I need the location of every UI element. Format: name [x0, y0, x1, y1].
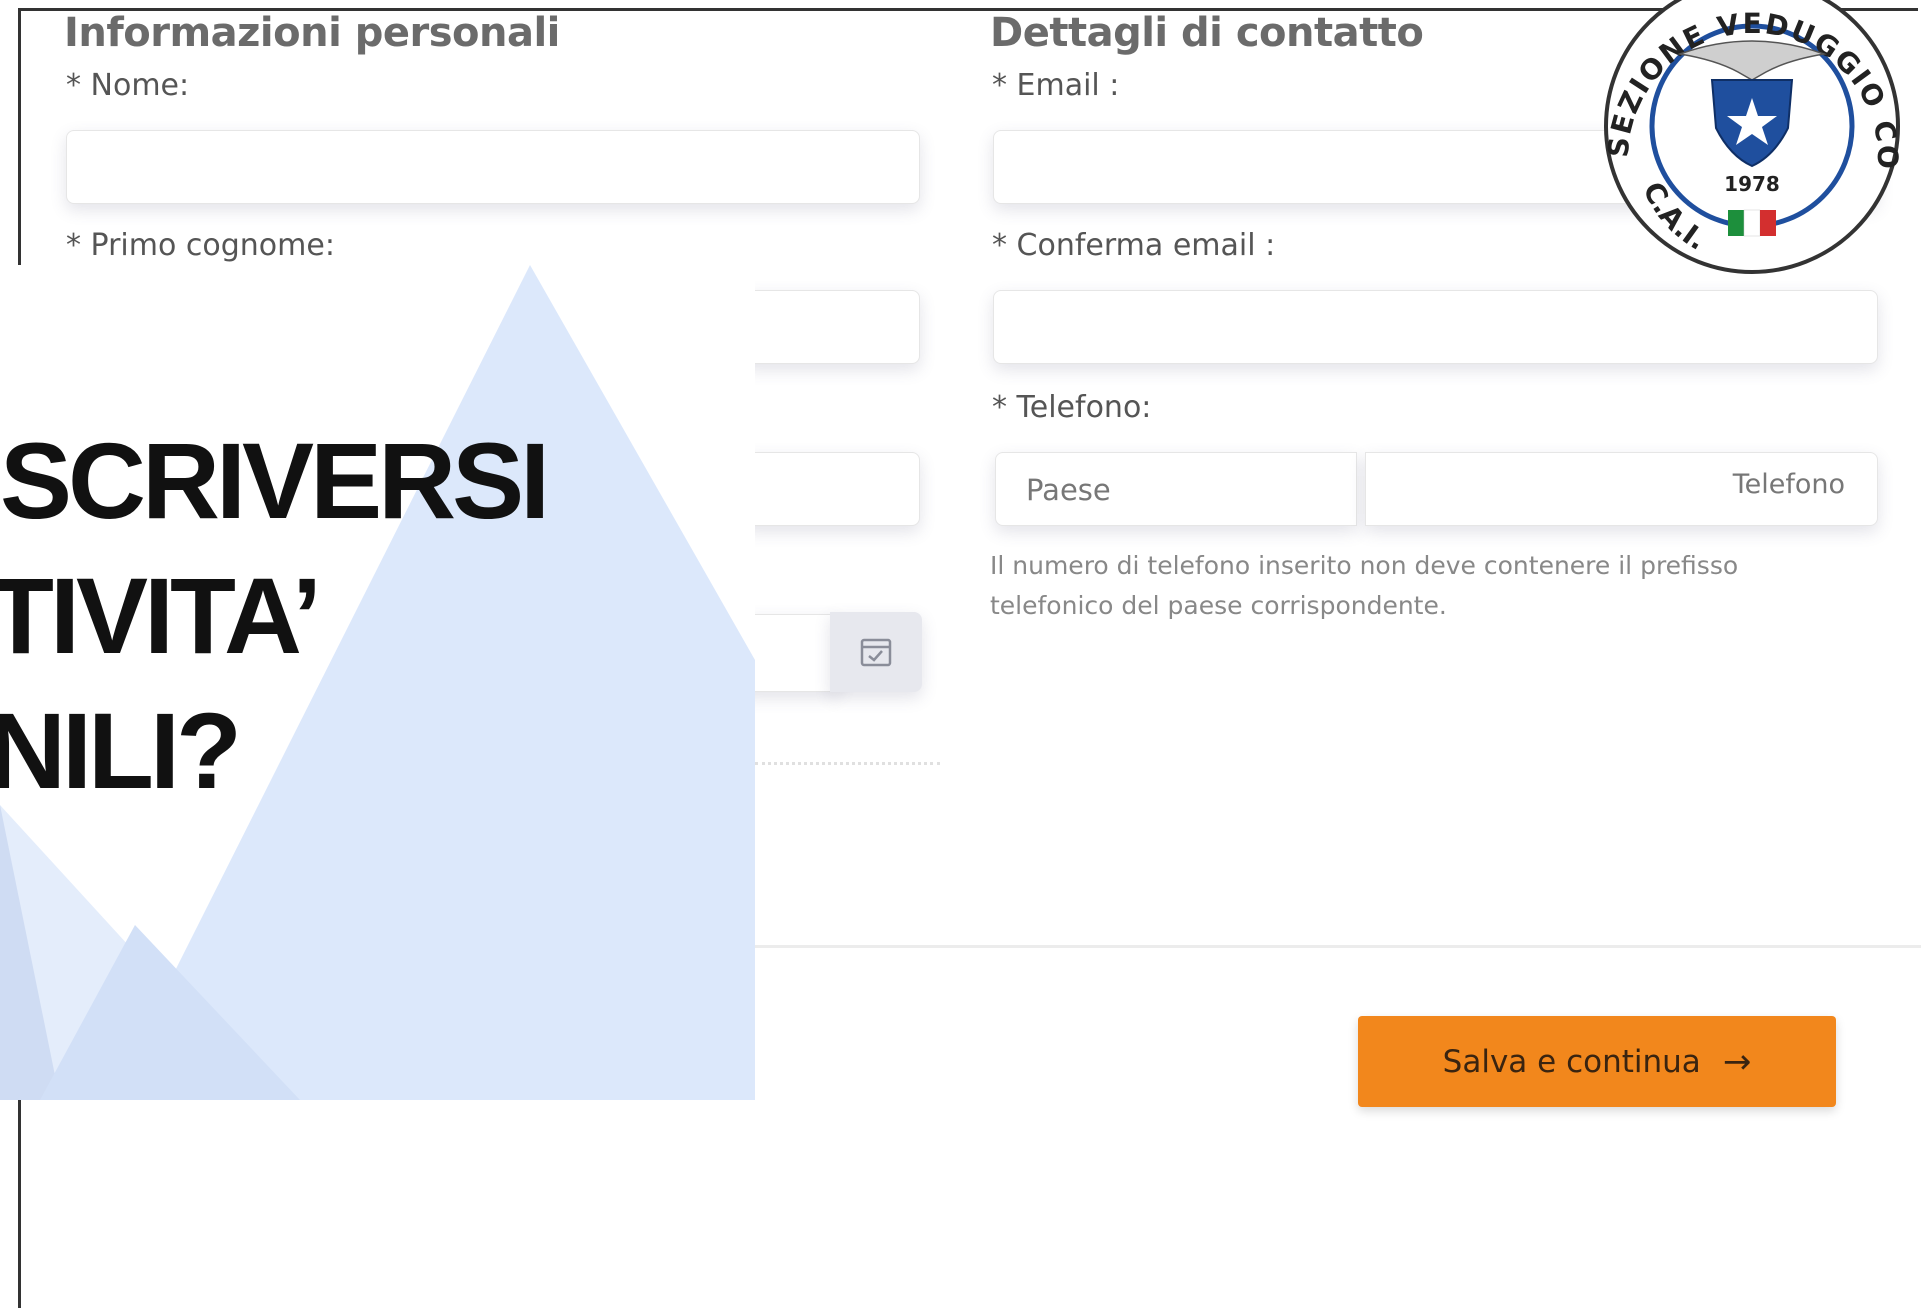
cai-logo: SEZIONE VEDUGGIO CON COLZANO C.A.I. 1978 [1588, 0, 1902, 274]
save-continue-label: Salva e continua [1442, 1043, 1701, 1080]
overlay-line-1: SCRIVERSI [0, 420, 550, 541]
country-placeholder: Paese [1026, 473, 1111, 507]
phone-placeholder: Telefono [1732, 469, 1845, 500]
save-continue-button[interactable]: Salva e continua → [1358, 1016, 1836, 1107]
footer-divider [755, 945, 1921, 948]
personal-info-title: Informazioni personali [64, 10, 560, 56]
dotted-separator [755, 762, 940, 765]
country-select[interactable]: Paese [995, 452, 1357, 526]
arrow-right-icon: → [1722, 1041, 1752, 1082]
cognome-input[interactable] [740, 290, 920, 364]
phone-label: * Telefono: [992, 390, 1152, 425]
overlay-line-2: TIVITA’ [0, 555, 322, 676]
calendar-button[interactable] [830, 612, 922, 692]
birthdate-input[interactable] [740, 614, 840, 692]
cognome-label: * Primo cognome: [66, 228, 335, 263]
confirm-email-label: * Conferma email : [992, 228, 1276, 263]
nome-input[interactable] [66, 130, 920, 204]
logo-year: 1978 [1724, 172, 1780, 196]
overlay-headline: SCRIVERSI TIVITA’ NILI? [0, 413, 740, 818]
slide-overlay: SCRIVERSI TIVITA’ NILI? [0, 265, 755, 1100]
calendar-icon [860, 638, 892, 667]
secondo-cognome-input[interactable] [740, 452, 920, 526]
confirm-email-input[interactable] [993, 290, 1878, 364]
phone-input[interactable]: Telefono [1365, 452, 1878, 526]
overlay-line-3: NILI? [0, 690, 242, 811]
contact-details-title: Dettagli di contatto [990, 10, 1424, 56]
nome-label: * Nome: [66, 68, 190, 103]
email-label: * Email : [992, 68, 1120, 103]
phone-hint: Il numero di telefono inserito non deve … [990, 551, 1739, 620]
